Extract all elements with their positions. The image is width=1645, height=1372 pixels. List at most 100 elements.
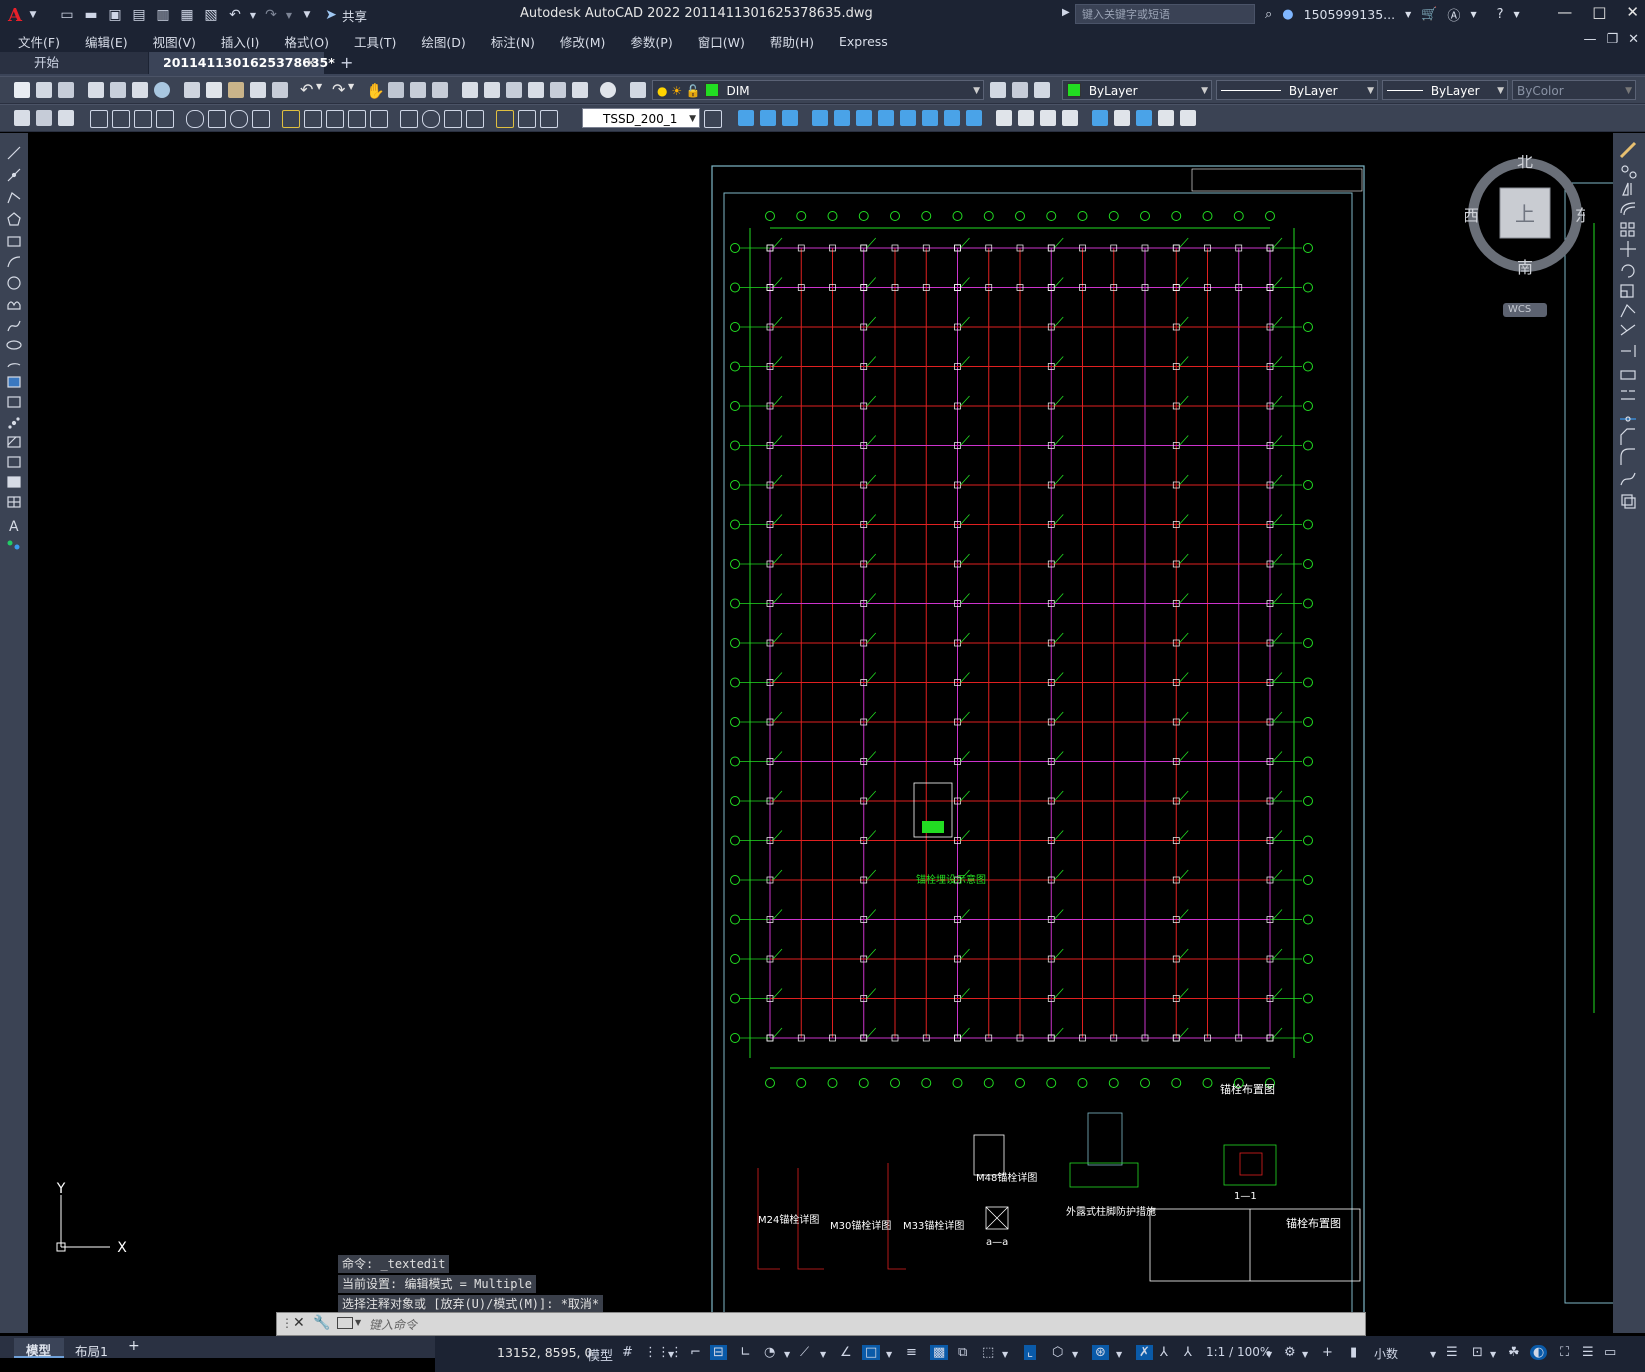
design-center-icon[interactable] [484,82,500,98]
hardware-acceleration-icon[interactable]: ◐ [1530,1345,1548,1360]
copy-icon[interactable] [206,82,222,98]
copy-object-icon[interactable] [1621,165,1637,179]
add-selected-icon[interactable] [7,540,20,550]
tssd-rebar-icon[interactable] [834,110,850,126]
save-icon[interactable]: ▣ [104,4,126,26]
help-icon[interactable] [600,82,616,98]
workspace-gear-icon[interactable]: ⚙ [1284,1345,1296,1360]
selection-filter-dropdown-icon[interactable]: ▼ [1072,1350,1078,1359]
revision-cloud-icon[interactable] [7,301,21,310]
undo-dropdown-icon[interactable]: ▼ [248,4,258,26]
undo-icon[interactable]: ↶ [224,4,246,26]
menu-draw[interactable]: 绘图(D) [421,32,465,51]
diameter-dimension-icon[interactable] [230,110,248,128]
tssd-tool-d-icon[interactable] [1158,110,1174,126]
tssd-stair-icon[interactable] [922,110,938,126]
a360-dropdown-icon[interactable]: ▼ [1470,10,1476,19]
paste-icon[interactable] [228,82,244,98]
menu-help[interactable]: 帮助(H) [770,32,814,51]
ordinate-dimension-icon[interactable] [156,110,174,128]
trim-icon[interactable] [1620,324,1636,336]
tool-palettes-icon[interactable] [506,82,522,98]
chamfer-icon[interactable] [1620,428,1635,445]
isolate-objects-icon[interactable]: ☘ [1508,1345,1520,1360]
doc-close-icon[interactable]: ✕ [1628,32,1639,47]
units-value[interactable]: 小数 [1374,1345,1398,1362]
annotation-scale-value[interactable]: 1:1 / 100% [1206,1345,1271,1359]
tab-start[interactable]: 开始 [0,52,148,74]
save-as-icon[interactable]: ▤ [128,4,150,26]
selection-filter-icon[interactable]: ⬡ [1052,1345,1063,1360]
center-mark-icon[interactable] [422,110,440,128]
erase-icon[interactable] [1619,141,1637,159]
new-icon[interactable] [14,82,30,98]
make-current-layer-icon[interactable] [990,82,1006,98]
angular-dimension-icon[interactable] [252,110,270,128]
extend-icon[interactable] [1621,345,1636,357]
tssd-symbol-icon[interactable] [1018,110,1034,126]
open-icon[interactable] [36,82,52,98]
brush-icon[interactable] [272,82,288,98]
command-input[interactable]: 键入命令 [369,1316,417,1333]
gizmo-dropdown-icon[interactable]: ▼ [1116,1350,1122,1359]
cut-icon[interactable] [184,82,200,98]
menu-window[interactable]: 窗口(W) [698,32,745,51]
publish-icon[interactable] [132,82,148,98]
linetype-dropdown[interactable]: ByLayer ▼ [1216,80,1378,100]
layer-state-icon[interactable] [1034,82,1050,98]
auto-scale-icon[interactable]: ⅄ [1160,1345,1168,1360]
menu-tools[interactable]: 工具(T) [354,32,396,51]
scale-icon[interactable] [1620,284,1634,298]
command-close-icon[interactable]: ✕ [293,1315,305,1331]
tssd-tool-1-icon[interactable] [14,110,30,126]
wcs-menu[interactable]: WCS [1503,303,1547,317]
aligned-dimension-icon[interactable] [112,110,130,128]
mirror-icon[interactable] [1622,182,1632,196]
annotation-scale-icon[interactable]: ⅄ [1184,1345,1192,1360]
add-layout-icon[interactable]: + [128,1338,140,1354]
sun-icon[interactable]: ☀ [671,84,682,98]
customize-status-icon[interactable]: ☰ [1582,1345,1594,1360]
save-to-web-icon[interactable]: ▦ [176,4,198,26]
color-dropdown[interactable]: ByLayer ▼ [1062,80,1212,100]
tssd-detail-icon[interactable] [878,110,894,126]
explode-icon[interactable] [1621,494,1636,509]
redo-dropdown-icon[interactable]: ▼ [284,4,294,26]
isodraft-icon[interactable]: ⟋ [800,1345,809,1360]
quick-properties-icon[interactable]: ☰ [1446,1345,1458,1360]
workspace-dropdown-icon[interactable]: ▼ [1302,1350,1308,1359]
transparency-icon[interactable]: ▩ [930,1345,949,1360]
quick-dimension-icon[interactable] [282,110,300,128]
layout-tab-layout1[interactable]: 布局1 [75,1341,108,1360]
sheet-set-icon[interactable] [528,82,544,98]
layer-properties-icon[interactable] [630,82,646,98]
tssd-tool-a-icon[interactable] [1092,110,1108,126]
fillet-icon[interactable] [1620,448,1635,465]
inspection-icon[interactable] [444,110,462,128]
tssd-axis-icon[interactable] [1040,110,1056,126]
layer-dropdown-arrow-icon[interactable]: ▼ [973,81,980,99]
dimension-update-icon[interactable] [540,110,558,128]
join-icon[interactable] [1620,416,1636,422]
model-space-toggle[interactable]: 模型 [587,1345,613,1364]
command-line[interactable]: ⋮ ✕ 🔧 ▼ 键入命令 [276,1312,1366,1336]
markup-icon[interactable] [550,82,566,98]
menu-parametric[interactable]: 参数(P) [630,32,672,51]
save-icon[interactable] [58,82,74,98]
tssd-slab-icon[interactable] [812,110,828,126]
status-minimize-icon[interactable]: ▭ [1604,1345,1616,1360]
annotation-visibility-icon[interactable]: ✗ [1136,1345,1153,1360]
tssd-beam-icon[interactable] [738,110,754,126]
close-window-icon[interactable]: ✕ [1626,3,1639,21]
lightbulb-on-icon[interactable]: ● [657,84,667,98]
compass-west[interactable]: 西 [1463,206,1479,225]
polyline-icon[interactable] [7,192,21,204]
grid-icon[interactable]: # [622,1345,633,1360]
object-snap-icon[interactable]: □ [862,1345,881,1360]
plot-icon[interactable] [88,82,104,98]
array-icon[interactable] [1620,222,1635,237]
tssd-tool-e-icon[interactable] [1180,110,1196,126]
tssd-text-icon[interactable] [996,110,1012,126]
dimstyle-dropdown[interactable]: TSSD_200_1 ▼ [582,108,700,128]
zoom-previous-icon[interactable] [432,82,448,98]
